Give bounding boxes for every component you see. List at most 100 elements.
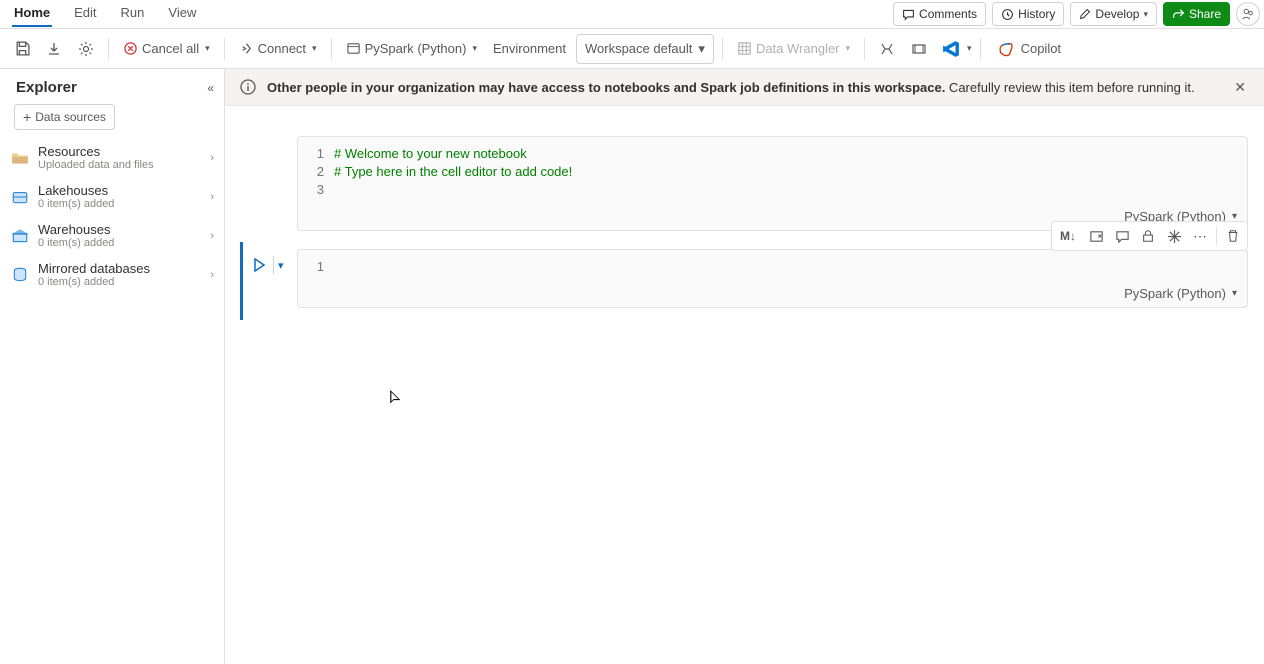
more-options-button[interactable]: ⋯ [1188, 224, 1212, 248]
info-icon [239, 78, 257, 96]
cell-language-label: PySpark (Python) [1124, 286, 1226, 301]
banner-text: Other people in your organization may ha… [267, 80, 1220, 95]
clear-output-button[interactable] [1084, 224, 1108, 248]
sidebar-item-title: Lakehouses [38, 183, 202, 198]
code-area[interactable]: 1 [298, 250, 1247, 284]
code-content[interactable] [334, 258, 1241, 276]
code-content[interactable]: # Welcome to your new notebook# Type her… [334, 145, 1241, 199]
sidebar-item-text: Resources Uploaded data and files [38, 144, 202, 171]
top-menu-bar: Home Edit Run View Comments History Deve… [0, 0, 1264, 29]
develop-label: Develop [1095, 7, 1139, 21]
tab-home[interactable]: Home [12, 1, 52, 27]
sidebar-item-mirrored[interactable]: Mirrored databases 0 item(s) added › [0, 255, 224, 294]
freeze-button[interactable] [905, 35, 933, 63]
code-cell[interactable]: 1 PySpark (Python) ▾ [297, 249, 1248, 308]
settings-button[interactable] [72, 35, 100, 63]
data-wrangler-label: Data Wrangler [756, 41, 840, 56]
comments-label: Comments [919, 7, 977, 21]
sidebar-item-resources[interactable]: Resources Uploaded data and files › [0, 138, 224, 177]
presence-avatar[interactable] [1236, 2, 1260, 26]
separator [331, 38, 332, 60]
run-cell-button[interactable] [249, 255, 269, 275]
tab-edit[interactable]: Edit [72, 1, 98, 27]
banner-bold: Other people in your organization may ha… [267, 80, 945, 95]
develop-button[interactable]: Develop ▾ [1070, 2, 1157, 26]
vscode-button[interactable] [937, 35, 965, 63]
chevron-down-icon: ▾ [967, 43, 972, 54]
sidebar-item-title: Mirrored databases [38, 261, 202, 276]
main-body: Explorer « + Data sources Resources Uplo… [0, 69, 1264, 664]
tab-view[interactable]: View [166, 1, 198, 27]
data-sources-button[interactable]: + Data sources [14, 104, 115, 130]
sidebar-item-title: Resources [38, 144, 202, 159]
line-gutter: 123 [304, 145, 334, 199]
cell-wrapper: ▾M↓⋯1 PySpark (Python)▾ [297, 249, 1248, 308]
separator [273, 256, 274, 274]
chevron-down-icon: ▾ [698, 41, 705, 57]
chevron-down-icon: ▾ [1232, 288, 1237, 299]
chevron-down-icon: ▾ [1143, 9, 1148, 20]
copilot-button[interactable]: Copilot [989, 34, 1069, 64]
share-icon [1172, 8, 1185, 21]
copilot-label: Copilot [1021, 41, 1061, 56]
environment-value: Workspace default [585, 41, 692, 56]
chevron-down-icon: ▾ [846, 43, 851, 54]
cancel-all-button[interactable]: Cancel all ▾ [117, 34, 216, 64]
sidebar-item-warehouses[interactable]: Warehouses 0 item(s) added › [0, 216, 224, 255]
comment-button[interactable] [1110, 224, 1134, 248]
lakehouse-icon [10, 187, 30, 207]
sidebar-item-subtitle: 0 item(s) added [38, 276, 202, 288]
chevron-down-icon: ▾ [205, 43, 210, 54]
connect-button[interactable]: Connect ▾ [233, 34, 323, 64]
share-label: Share [1189, 7, 1221, 21]
sidebar-item-lakehouses[interactable]: Lakehouses 0 item(s) added › [0, 177, 224, 216]
separator [980, 38, 981, 60]
cell-wrapper: 123# Welcome to your new notebook# Type … [297, 136, 1248, 231]
history-button[interactable]: History [992, 2, 1064, 26]
run-options-button[interactable]: ▾ [278, 259, 284, 272]
close-banner-button[interactable]: ✕ [1230, 79, 1250, 96]
environment-label-text: Environment [487, 34, 572, 64]
notebook-toolbar: Cancel all ▾ Connect ▾ PySpark (Python) … [0, 29, 1264, 69]
data-wrangler-button[interactable]: Data Wrangler ▾ [731, 34, 856, 64]
banner-rest: Carefully review this item before runnin… [945, 80, 1194, 95]
chevron-right-icon: › [210, 230, 214, 242]
mirrored-db-icon [10, 265, 30, 285]
save-button[interactable] [8, 35, 36, 63]
comments-button[interactable]: Comments [893, 2, 986, 26]
collapse-sidebar-icon[interactable]: « [207, 81, 214, 95]
sidebar-item-subtitle: Uploaded data and files [38, 159, 202, 171]
chevron-down-icon: ▾ [472, 43, 477, 54]
share-button[interactable]: Share [1163, 2, 1230, 26]
freeze-cell-button[interactable] [1162, 224, 1186, 248]
chevron-right-icon: › [210, 152, 214, 164]
chevron-right-icon: › [210, 269, 214, 281]
separator [108, 38, 109, 60]
plus-icon: + [23, 110, 31, 124]
sidebar-item-text: Warehouses 0 item(s) added [38, 222, 202, 249]
separator [722, 38, 723, 60]
format-button[interactable] [873, 35, 901, 63]
comment-icon [902, 8, 915, 21]
sidebar-item-text: Mirrored databases 0 item(s) added [38, 261, 202, 288]
sidebar-header: Explorer « [0, 69, 224, 102]
language-selector[interactable]: PySpark (Python) ▾ [340, 34, 483, 64]
lock-button[interactable] [1136, 224, 1160, 248]
sidebar-item-subtitle: 0 item(s) added [38, 198, 202, 210]
cancel-all-label: Cancel all [142, 41, 199, 56]
pencil-icon [1079, 8, 1091, 20]
download-button[interactable] [40, 35, 68, 63]
convert-markdown-button[interactable]: M↓ [1054, 224, 1082, 248]
connect-label: Connect [258, 41, 306, 56]
code-area[interactable]: 123# Welcome to your new notebook# Type … [298, 137, 1247, 207]
notebook-area: 123# Welcome to your new notebook# Type … [225, 106, 1264, 664]
code-cell[interactable]: 123# Welcome to your new notebook# Type … [297, 136, 1248, 231]
chevron-right-icon: › [210, 191, 214, 203]
separator [864, 38, 865, 60]
delete-cell-button[interactable] [1221, 224, 1245, 248]
cell-language-selector[interactable]: PySpark (Python) ▾ [298, 284, 1247, 307]
tab-run[interactable]: Run [119, 1, 147, 27]
environment-selector[interactable]: Workspace default ▾ [576, 34, 714, 64]
separator [224, 38, 225, 60]
copilot-icon [997, 40, 1015, 58]
